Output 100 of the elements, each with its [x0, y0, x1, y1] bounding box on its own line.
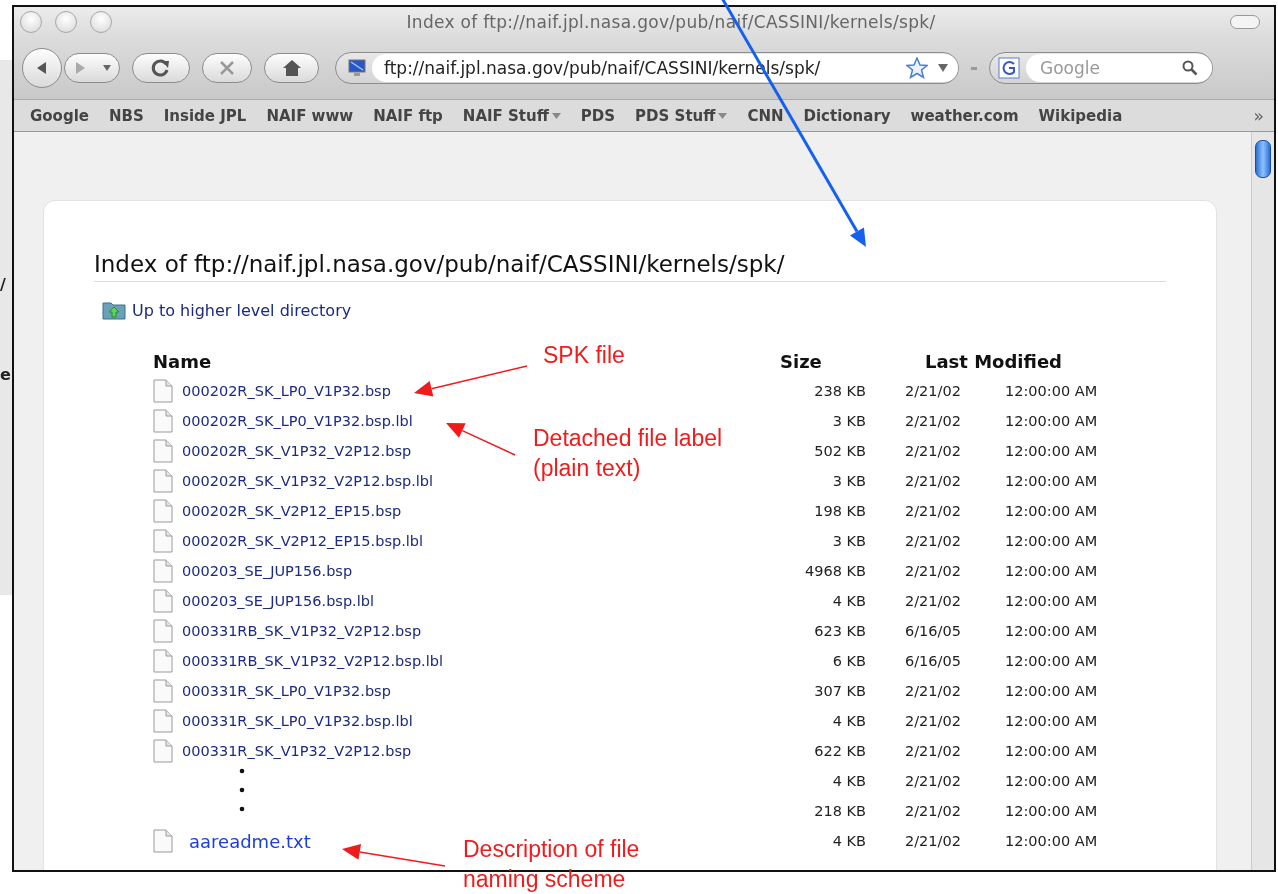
file-link[interactable]: 000331R_SK_V1P32_V2P12.bsp — [182, 743, 412, 759]
size-cell-text: 4 KB — [831, 713, 866, 729]
bookmark-link[interactable]: Dictionary — [793, 106, 901, 125]
reload-button[interactable] — [132, 53, 190, 83]
bookmark-menu[interactable]: PDS Stuff — [625, 106, 738, 125]
time-cell-text: 12:00:00 AM — [1005, 623, 1099, 639]
file-icon — [153, 589, 173, 613]
file-icon — [153, 529, 173, 553]
file-icon — [153, 469, 173, 493]
forward-arrow-icon — [73, 61, 86, 75]
file-link[interactable]: 000331RB_SK_V1P32_V2P12.bsp.lbl — [182, 653, 443, 669]
time-cell-text: 12:00:00 AM — [1005, 683, 1099, 699]
date-cell-text: 2/21/02 — [905, 683, 962, 699]
date-cell-text: 6/16/05 — [905, 623, 962, 639]
bookmark-menu[interactable]: NAIF Stuff — [452, 106, 571, 125]
file-link[interactable]: 000203_SE_JUP156.bsp.lbl — [182, 593, 374, 609]
date-cell-text: 2/21/02 — [905, 563, 962, 579]
time-cell-text: 12:00:00 AM — [1005, 743, 1099, 759]
stop-button[interactable] — [202, 53, 252, 83]
file-link[interactable]: 000202R_SK_V1P32_V2P12.bsp — [182, 443, 412, 459]
date-cell-text: 2/21/02 — [905, 713, 962, 729]
file-link[interactable]: 000331R_SK_LP0_V1P32.bsp — [182, 683, 391, 699]
file-icon — [153, 409, 173, 433]
column-header: Size — [779, 350, 823, 372]
window-control-button[interactable] — [90, 11, 112, 33]
size-cell-text: 622 KB — [813, 743, 866, 759]
bookmark-link[interactable]: weather.com — [900, 106, 1029, 125]
bookmark-link[interactable]: NAIF www — [256, 106, 364, 125]
size-cell-text: 307 KB — [813, 683, 866, 699]
size-cell-text: 623 KB — [813, 623, 866, 639]
file-icon — [153, 559, 173, 583]
bookmark-link[interactable]: CNN — [737, 106, 794, 125]
time-cell-text: 12:00:00 AM — [1005, 773, 1099, 789]
column-header: Name — [153, 350, 212, 372]
bookmark-link[interactable]: Google — [20, 106, 99, 125]
size-cell-text: 4 KB — [831, 593, 866, 609]
size-cell-text: 502 KB — [813, 443, 866, 459]
date-cell-text: 2/21/02 — [905, 773, 962, 789]
time-cell-text: 12:00:00 AM — [1005, 383, 1099, 399]
file-icon — [153, 619, 173, 643]
monitor-icon — [348, 59, 366, 77]
time-cell-text: 12:00:00 AM — [1005, 413, 1099, 429]
parent-directory-link[interactable]: Up to higher level directory — [132, 300, 352, 320]
time-cell-text: 12:00:00 AM — [1005, 593, 1099, 609]
file-link[interactable]: 000202R_SK_LP0_V1P32.bsp.lbl — [182, 413, 413, 429]
file-link[interactable]: 000202R_SK_V2P12_EP15.bsp — [182, 503, 402, 519]
time-cell-text: 12:00:00 AM — [1005, 833, 1099, 849]
scroll-thumb[interactable] — [1255, 140, 1271, 178]
scrollbar[interactable] — [1251, 132, 1274, 870]
file-link[interactable]: 000202R_SK_V2P12_EP15.bsp.lbl — [182, 533, 424, 549]
bookmark-link[interactable]: PDS — [570, 106, 626, 125]
date-cell-text: 2/21/02 — [905, 833, 962, 849]
size-cell-text: 3 KB — [831, 473, 866, 489]
file-icon — [153, 499, 173, 523]
file-icon — [153, 379, 173, 403]
window-control-button[interactable] — [20, 11, 42, 33]
time-cell-text: 12:00:00 AM — [1005, 653, 1099, 669]
bookmark-link[interactable]: Wikipedia — [1028, 106, 1133, 125]
file-link[interactable]: 000203_SE_JUP156.bsp — [182, 563, 353, 579]
bookmark-link[interactable]: NBS — [99, 106, 154, 125]
time-cell-text: 12:00:00 AM — [1005, 563, 1099, 579]
toolbar-toggle-button[interactable] — [1230, 15, 1260, 29]
date-cell-text: 2/21/02 — [905, 593, 962, 609]
bookmark-link[interactable]: Inside JPL — [153, 106, 257, 125]
dots-icon — [239, 806, 245, 812]
close-icon — [219, 60, 235, 76]
file-link[interactable]: 000331R_SK_LP0_V1P32.bsp.lbl — [182, 713, 413, 729]
size-cell-text: 218 KB — [813, 803, 866, 819]
home-icon — [281, 59, 302, 77]
annotation-label: Detached file label (plain text) — [533, 424, 723, 483]
size-cell-text: 4 KB — [831, 833, 866, 849]
bookmark-link[interactable]: NAIF ftp — [363, 106, 453, 125]
file-link[interactable]: 000331RB_SK_V1P32_V2P12.bsp — [182, 623, 422, 639]
size-cell-text: 238 KB — [813, 383, 866, 399]
size-cell-text: 3 KB — [831, 413, 866, 429]
home-button[interactable] — [264, 53, 319, 83]
time-cell-text: 12:00:00 AM — [1005, 473, 1099, 489]
bookmarks-overflow-button[interactable]: » — [1253, 105, 1264, 126]
size-cell-text: 3 KB — [831, 533, 866, 549]
file-link[interactable]: aareadme.txt — [182, 830, 311, 852]
size-cell-text: 4 KB — [831, 773, 866, 789]
back-button[interactable] — [22, 48, 62, 88]
date-cell-text: 6/16/05 — [905, 653, 962, 669]
date-cell-text: 2/21/02 — [905, 533, 962, 549]
file-icon — [153, 829, 173, 853]
forward-button[interactable] — [64, 53, 120, 83]
reload-icon — [151, 58, 171, 78]
size-cell-text: 6 KB — [831, 653, 866, 669]
file-link[interactable]: 000202R_SK_LP0_V1P32.bsp — [182, 383, 391, 399]
caret-icon — [102, 65, 111, 71]
column-header: Last Modified — [924, 350, 1063, 372]
window-control-button[interactable] — [55, 11, 77, 33]
date-cell-text: 2/21/02 — [905, 743, 962, 759]
date-cell-text: 2/21/02 — [905, 443, 962, 459]
dropdown-icon[interactable] — [938, 64, 948, 72]
file-icon — [153, 679, 173, 703]
file-link[interactable]: 000202R_SK_V1P32_V2P12.bsp.lbl — [182, 473, 433, 489]
star-icon[interactable] — [906, 57, 928, 79]
window-text: / — [0, 275, 6, 294]
time-cell-text: 12:00:00 AM — [1005, 713, 1099, 729]
